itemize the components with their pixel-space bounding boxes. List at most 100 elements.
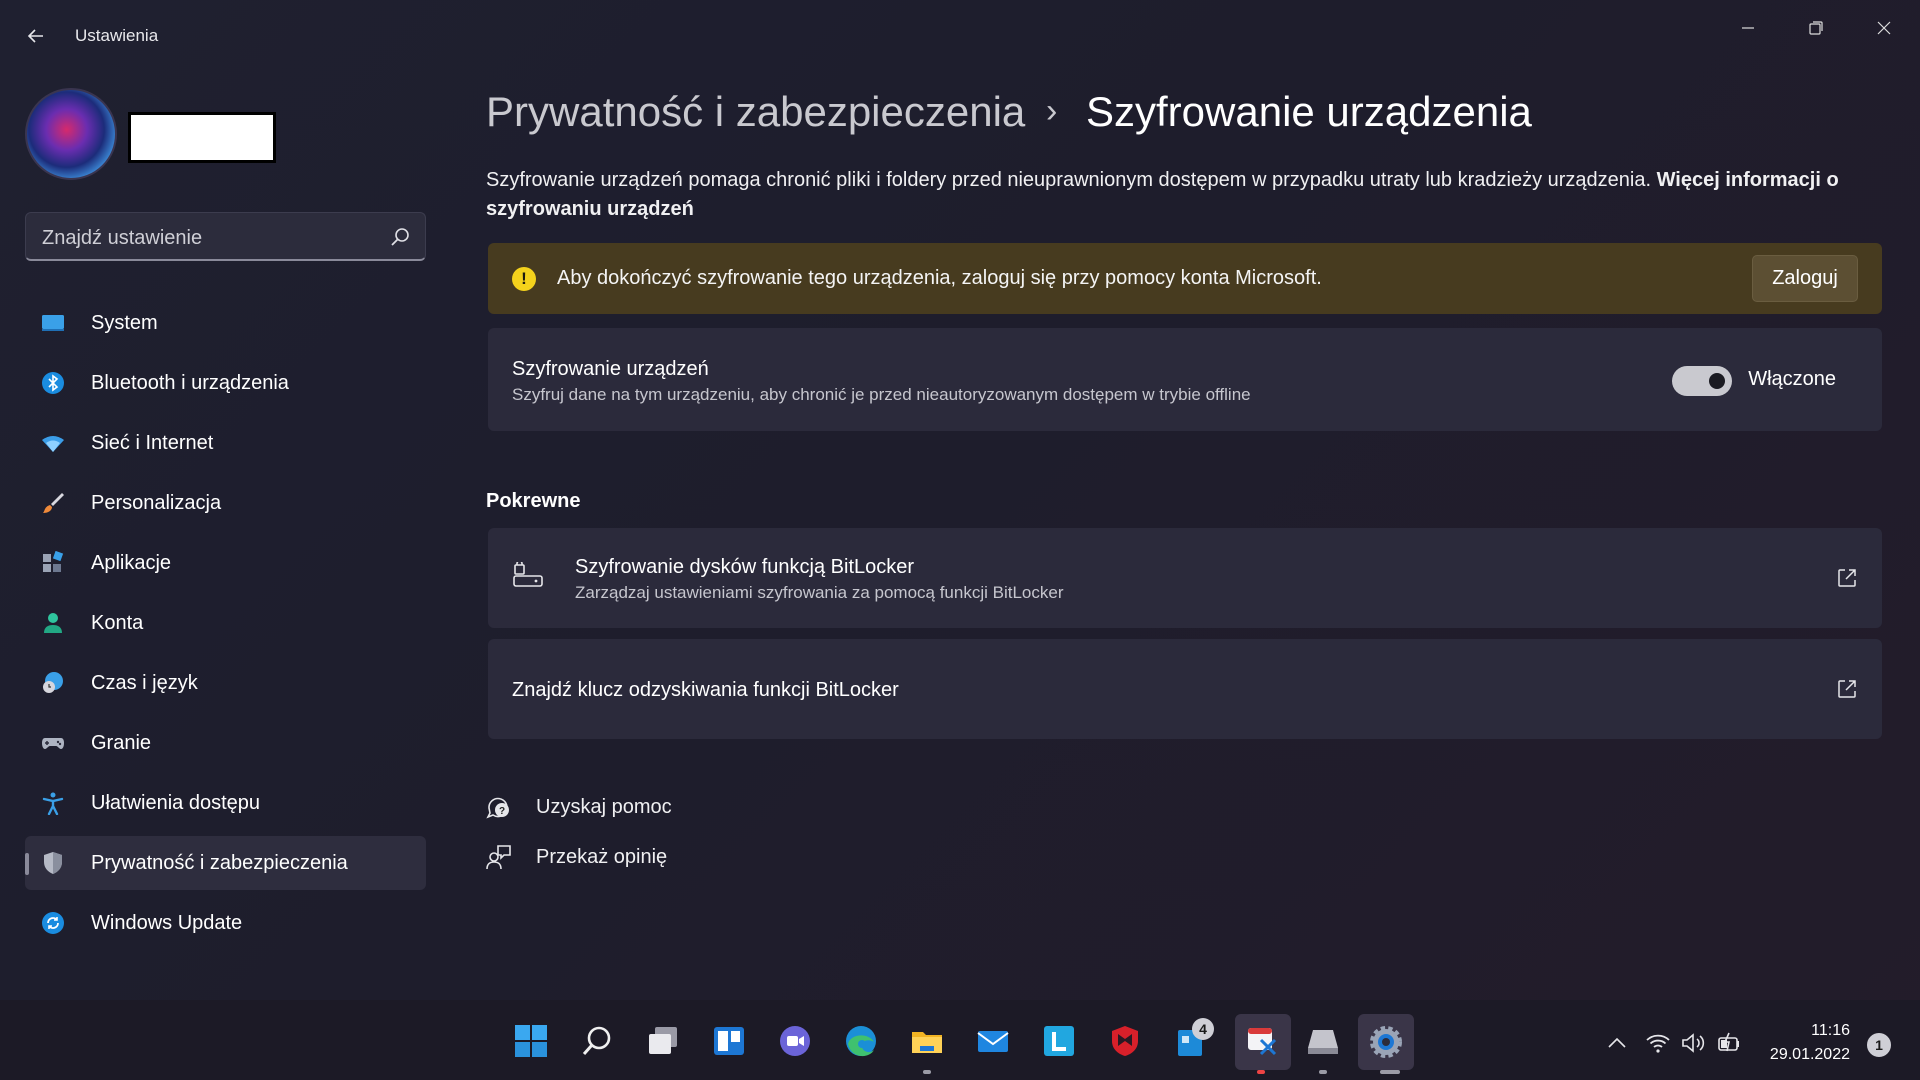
sidebar-item-label: Ułatwienia dostępu [91, 791, 260, 814]
active-indicator [25, 853, 29, 875]
feedback-label: Przekaż opinię [536, 845, 668, 868]
battery-charging-icon[interactable] [1716, 1030, 1742, 1056]
card-title: Znajdź klucz odzyskiwania funkcji BitLoc… [512, 679, 899, 701]
task-view-icon [649, 1027, 677, 1054]
restore-button[interactable] [1782, 8, 1850, 48]
clock-time[interactable]: 11:16 [1811, 1022, 1850, 1040]
monitor-icon [42, 315, 64, 331]
running-indicator [1257, 1070, 1265, 1074]
snipping-tool-button[interactable] [1235, 1014, 1291, 1070]
sidebar-item-network[interactable]: Sieć i Internet [25, 416, 426, 470]
sidebar-item-accounts[interactable]: Konta [25, 596, 426, 650]
search-input[interactable]: Znajdź ustawienie [42, 227, 202, 250]
mcafee-button[interactable] [1103, 1019, 1147, 1063]
related-bitlocker-card[interactable]: Szyfrowanie dysków funkcją BitLocker Zar… [488, 528, 1882, 628]
drive-app-button[interactable] [1301, 1019, 1345, 1063]
app-title: Ustawienia [75, 26, 159, 45]
sidebar-item-label: Prywatność i zabezpieczenia [91, 851, 348, 874]
wifi-icon [42, 436, 64, 452]
back-button[interactable] [14, 18, 58, 54]
taskbar [0, 1000, 1920, 1080]
close-icon [1877, 21, 1891, 35]
globe-clock-icon [43, 672, 63, 693]
notification-badge[interactable]: 1 [1867, 1033, 1891, 1057]
edge-icon [846, 1026, 876, 1057]
gear-icon [1370, 1026, 1402, 1058]
file-explorer-button[interactable] [905, 1019, 949, 1063]
toggle-knob [1709, 373, 1725, 389]
page-description: Szyfrowanie urządzeń pomaga chronić plik… [486, 166, 1886, 224]
wifi-icon[interactable] [1645, 1030, 1671, 1056]
running-indicator [1319, 1070, 1327, 1074]
svg-text:?: ? [499, 806, 505, 817]
page-title: Szyfrowanie urządzenia [1086, 88, 1532, 135]
warning-text: Aby dokończyć szyfrowanie tego urządzeni… [557, 267, 1322, 289]
sidebar-item-gaming[interactable]: Granie [25, 716, 426, 770]
sidebar-item-windows-update[interactable]: Windows Update [25, 896, 426, 950]
sidebar-item-bluetooth[interactable]: Bluetooth i urządzenia [25, 356, 426, 410]
warning-banner: ! Aby dokończyć szyfrowanie tego urządze… [488, 243, 1882, 314]
windows-logo-icon [515, 1025, 547, 1057]
mail-button[interactable] [971, 1019, 1015, 1063]
warning-icon: ! [512, 267, 536, 291]
restore-icon [1809, 21, 1823, 35]
shield-icon [44, 852, 62, 874]
snipping-tool-icon [1248, 1028, 1277, 1056]
sidebar-item-label: Aplikacje [91, 551, 172, 574]
get-help-link[interactable]: ? Uzyskaj pomoc [486, 790, 672, 824]
volume-icon[interactable] [1680, 1030, 1706, 1056]
arrow-left-icon [27, 29, 43, 43]
sidebar-item-label: Personalizacja [91, 491, 222, 514]
minimize-button[interactable] [1714, 8, 1782, 48]
folder-icon [912, 1032, 942, 1053]
search-icon [582, 1026, 611, 1055]
feedback-link[interactable]: Przekaż opinię [486, 840, 667, 874]
sidebar-item-time-language[interactable]: Czas i język [25, 656, 426, 710]
avatar[interactable] [25, 88, 117, 180]
sidebar-item-label: System [91, 311, 158, 334]
breadcrumb-separator: › [1046, 92, 1058, 130]
settings-button[interactable] [1358, 1014, 1414, 1070]
description-text: Szyfrowanie urządzeń pomaga chronić plik… [486, 169, 1652, 191]
sign-in-button[interactable]: Zaloguj [1752, 255, 1858, 302]
search-box[interactable]: Znajdź ustawienie [25, 212, 426, 261]
help-chat-icon: ? [486, 797, 509, 819]
edge-button[interactable] [839, 1019, 883, 1063]
widgets-button[interactable] [707, 1019, 751, 1063]
breadcrumb-parent[interactable]: Prywatność i zabezpieczenia [486, 88, 1025, 136]
running-indicator [1380, 1070, 1400, 1074]
sidebar-item-accessibility[interactable]: Ułatwienia dostępu [25, 776, 426, 830]
l-app-icon [1044, 1026, 1074, 1056]
sidebar-item-label: Konta [91, 611, 144, 634]
sidebar-item-personalization[interactable]: Personalizacja [25, 476, 426, 530]
taskbar-search-button[interactable] [575, 1019, 619, 1063]
chevron-up-icon[interactable] [1604, 1030, 1630, 1056]
drive-lock-icon [513, 562, 543, 587]
sidebar-item-apps[interactable]: Aplikacje [25, 536, 426, 590]
accessibility-icon [42, 792, 64, 815]
card-subtitle: Zarządzaj ustawieniami szyfrowania za po… [575, 583, 1064, 602]
sidebar-item-system[interactable]: System [25, 296, 426, 350]
get-help-label: Uzyskaj pomoc [536, 795, 672, 818]
store-notification-badge: 4 [1192, 1018, 1214, 1040]
clock-date[interactable]: 29.01.2022 [1770, 1046, 1850, 1064]
running-indicator [923, 1070, 931, 1074]
related-section-title: Pokrewne [486, 490, 581, 512]
apps-icon [43, 551, 64, 572]
device-encryption-card: Szyfrowanie urządzeń Szyfruj dane na tym… [488, 328, 1882, 431]
sidebar-item-label: Granie [91, 731, 152, 754]
search-icon[interactable] [389, 226, 411, 248]
update-icon [42, 912, 64, 934]
encryption-toggle[interactable] [1672, 366, 1732, 396]
chat-button[interactable] [773, 1019, 817, 1063]
person-icon [44, 613, 62, 633]
related-recovery-key-card[interactable]: Znajdź klucz odzyskiwania funkcji BitLoc… [488, 639, 1882, 739]
toggle-state-label: Włączone [1748, 368, 1836, 390]
sidebar-item-privacy-security[interactable]: Prywatność i zabezpieczenia [25, 836, 426, 890]
start-button[interactable] [509, 1019, 553, 1063]
close-button[interactable] [1850, 8, 1918, 48]
card-title: Szyfrowanie dysków funkcją BitLocker [575, 556, 915, 578]
task-view-button[interactable] [641, 1019, 685, 1063]
widgets-icon [714, 1027, 744, 1055]
app-l-button[interactable] [1037, 1019, 1081, 1063]
